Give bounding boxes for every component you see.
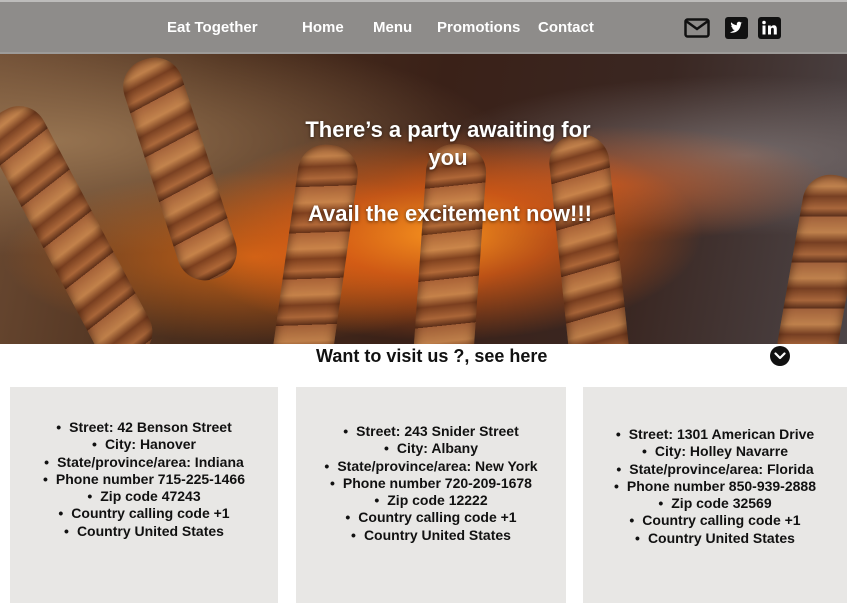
hero-image-skewer [412, 142, 488, 344]
location-street: Street: 1301 American Drive [614, 426, 816, 443]
location-zip: Zip code 47243 [43, 488, 245, 505]
nav-link-menu[interactable]: Menu [373, 2, 412, 54]
navbar: Eat Together Home Menu Promotions Contac… [0, 0, 847, 54]
location-state: State/province/area: Indiana [43, 454, 245, 471]
location-country: Country United States [43, 523, 245, 540]
location-street: Street: 243 Snider Street [324, 423, 537, 440]
location-zip: Zip code 32569 [614, 495, 816, 512]
location-city: City: Hanover [43, 436, 245, 453]
location-details-list: Street: 42 Benson Street City: Hanover S… [43, 419, 245, 540]
nav-link-home[interactable]: Home [302, 2, 344, 54]
location-phone: Phone number 720-209-1678 [324, 475, 537, 492]
hero-call-to-action: Avail the excitement now!!! [307, 201, 592, 226]
nav-link-promotions[interactable]: Promotions [437, 2, 520, 54]
location-card-hanover: Street: 42 Benson Street City: Hanover S… [10, 387, 278, 603]
location-city: City: Albany [324, 440, 537, 457]
hero-image-skewer [115, 54, 245, 288]
hero-headline: There’s a party awaiting for you [305, 117, 591, 170]
hero-banner: There’s a party awaiting for you Avail t… [0, 54, 847, 344]
brand-logo-text[interactable]: Eat Together [167, 2, 258, 54]
location-street: Street: 42 Benson Street [43, 419, 245, 436]
linkedin-icon[interactable] [757, 17, 781, 39]
visit-section-title: Want to visit us ?, see here [316, 346, 548, 366]
location-zip: Zip code 12222 [324, 492, 537, 509]
location-city: City: Holley Navarre [614, 443, 816, 460]
location-phone: Phone number 850-939-2888 [614, 478, 816, 495]
location-details-list: Street: 243 Snider Street City: Albany S… [324, 423, 537, 544]
hero-image-skewer [773, 170, 847, 344]
location-calling-code: Country calling code +1 [324, 509, 537, 526]
chevron-down-icon[interactable] [770, 346, 790, 366]
location-state: State/province/area: Florida [614, 461, 816, 478]
location-calling-code: Country calling code +1 [614, 512, 816, 529]
location-calling-code: Country calling code +1 [43, 505, 245, 522]
mail-icon[interactable] [684, 17, 710, 39]
location-card-holley-navarre: Street: 1301 American Drive City: Holley… [583, 387, 847, 603]
location-phone: Phone number 715-225-1466 [43, 471, 245, 488]
location-country: Country United States [614, 530, 816, 547]
nav-link-contact[interactable]: Contact [538, 2, 594, 54]
location-country: Country United States [324, 527, 537, 544]
location-details-list: Street: 1301 American Drive City: Holley… [614, 426, 816, 547]
location-card-albany: Street: 243 Snider Street City: Albany S… [296, 387, 566, 603]
twitter-icon[interactable] [724, 17, 748, 39]
location-state: State/province/area: New York [324, 458, 537, 475]
